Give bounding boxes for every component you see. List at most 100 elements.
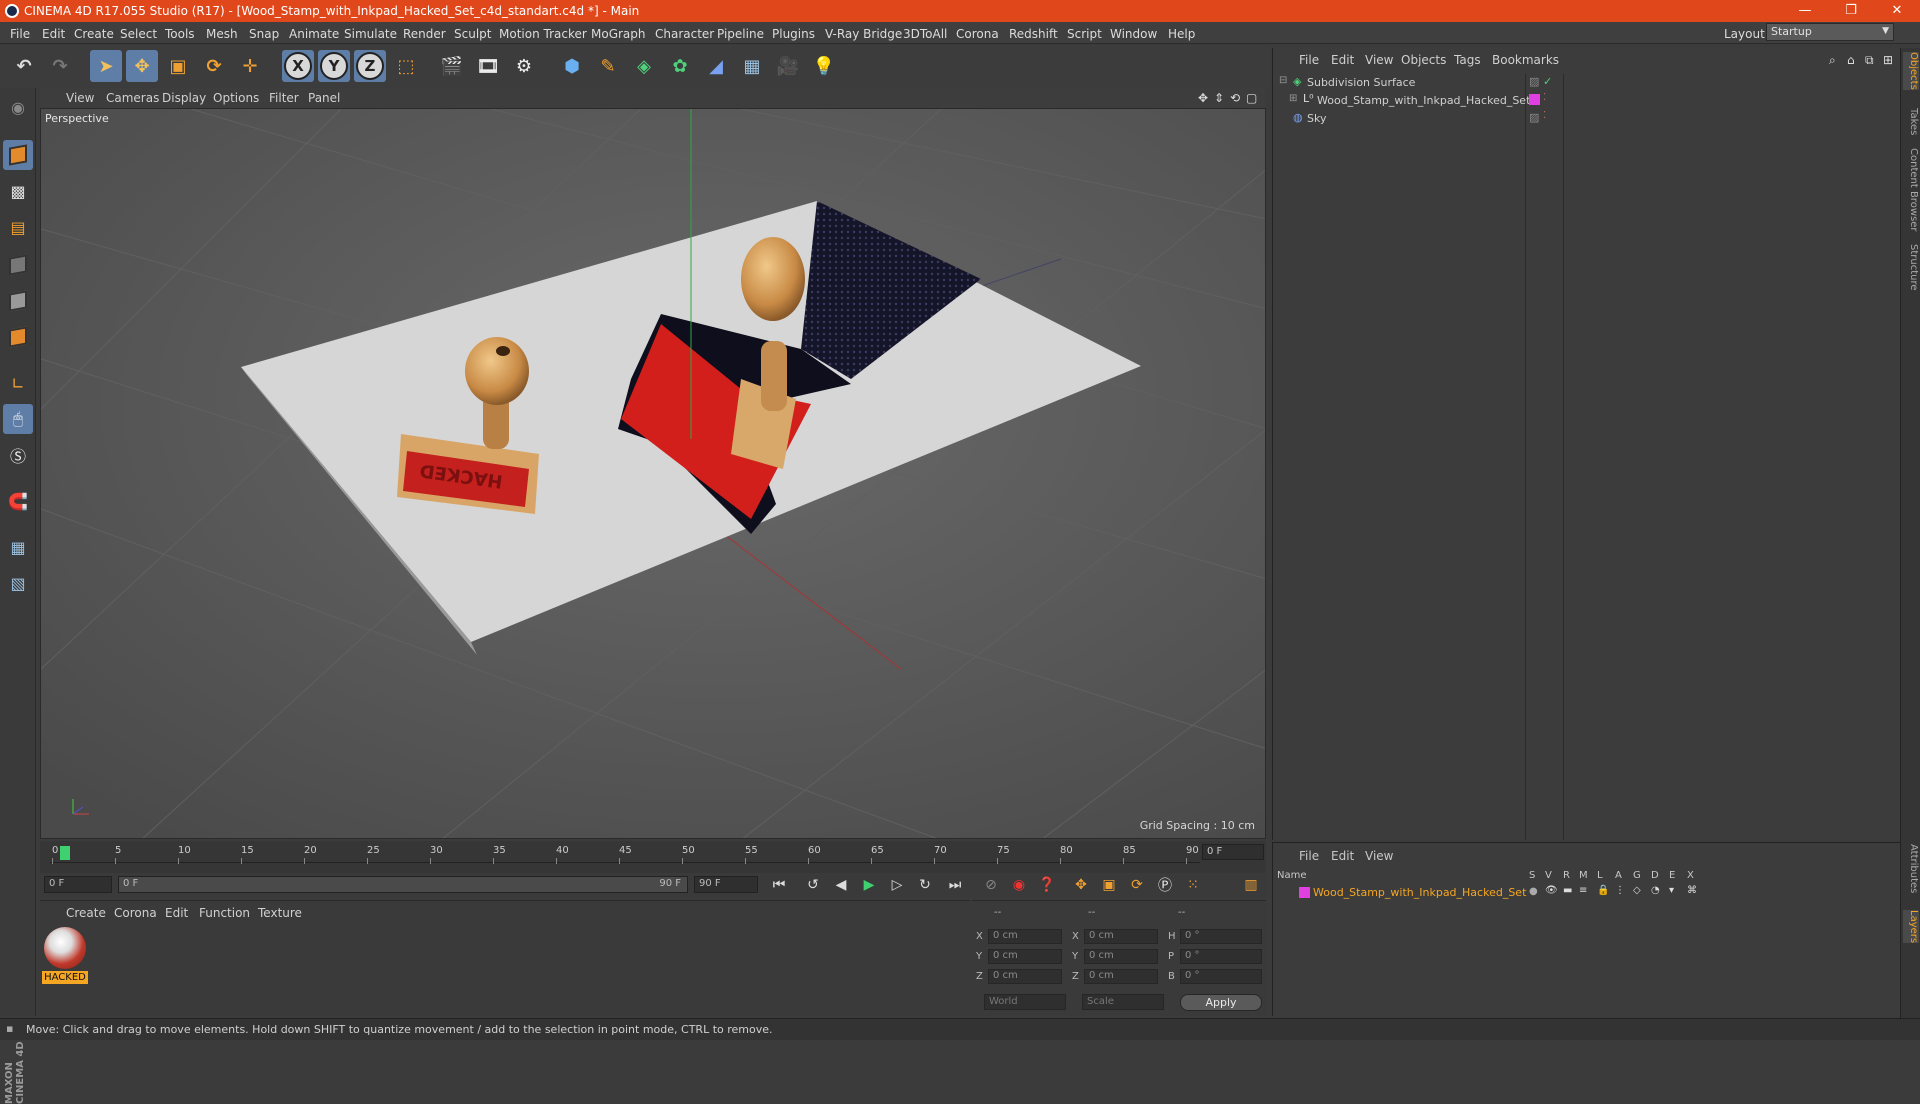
object-menu-bookmarks[interactable]: Bookmarks (1492, 53, 1559, 67)
end-frame-field[interactable]: 90 F (694, 876, 758, 893)
size-y-field[interactable]: 0 cm (1084, 949, 1158, 964)
object-row-sky[interactable]: ◍ Sky ▨ ⁚ (1273, 110, 1901, 128)
selection-arrow-icon[interactable]: ➤ (90, 50, 122, 82)
layout-dropdown[interactable]: Startup ▼ (1766, 23, 1894, 41)
key-rotation-icon[interactable]: ⟳ (1126, 874, 1148, 896)
rotation-b-field[interactable]: 0 ° (1180, 969, 1262, 984)
y-axis-toggle[interactable]: Y (318, 50, 350, 82)
object-menu-edit[interactable]: Edit (1331, 53, 1354, 67)
tab-takes[interactable]: Takes (1903, 108, 1919, 135)
mograph-cloner-icon[interactable]: ✿ (664, 50, 696, 82)
render-picture-viewer-icon[interactable]: 🎞 (472, 50, 504, 82)
cube-primitive-icon[interactable]: ⬢ (556, 50, 588, 82)
viewport-toggle-icon[interactable]: ▢ (1246, 91, 1257, 105)
menu-vray-bridge[interactable]: V-Ray Bridge (825, 27, 902, 41)
record-keys-off-icon[interactable]: ⊘ (980, 874, 1002, 896)
coordinate-space-dropdown[interactable]: World (984, 994, 1066, 1010)
position-x-field[interactable]: 0 cm (988, 929, 1062, 944)
expand-icon[interactable]: ⊞ (1289, 93, 1297, 104)
timeline-playhead[interactable] (60, 846, 70, 860)
workplane-mode-icon[interactable]: ▤ (3, 212, 33, 242)
tweak-mode-icon[interactable]: 🖱 (3, 404, 33, 434)
menu-select[interactable]: Select (120, 27, 157, 41)
make-editable-icon[interactable]: ◉ (3, 92, 33, 122)
timeline-window-icon[interactable]: ▥ (1240, 874, 1262, 896)
workplane-lock-icon[interactable]: ▦ (3, 532, 33, 562)
expression-icon[interactable]: ▾ (1669, 885, 1674, 896)
minimize-button[interactable]: — (1782, 0, 1828, 22)
points-mode-icon[interactable] (3, 250, 33, 280)
visibility-dots-icon[interactable]: ⁚ (1543, 92, 1546, 103)
next-key-icon[interactable]: ↻ (914, 874, 936, 896)
menu-3dtoall[interactable]: 3DToAll (903, 27, 947, 41)
xref-icon[interactable]: ⌘ (1687, 885, 1697, 896)
viewport-menu-view[interactable]: View (66, 91, 94, 105)
tab-content-browser[interactable]: Content Browser (1903, 148, 1919, 231)
menu-plugins[interactable]: Plugins (772, 27, 815, 41)
menu-redshift[interactable]: Redshift (1009, 27, 1058, 41)
layer-col-generators[interactable]: G (1633, 870, 1641, 881)
previous-frame-icon[interactable]: ◀ (830, 874, 852, 896)
go-to-end-icon[interactable]: ⏭ (944, 874, 966, 896)
material-menu-create[interactable]: Create (66, 906, 106, 920)
viewport-menu-display[interactable]: Display (162, 91, 206, 105)
timeline-ruler[interactable]: 0 5 10 15 20 25 30 35 40 45 50 55 60 65 … (50, 843, 1200, 864)
object-name[interactable]: Subdivision Surface (1307, 76, 1415, 89)
menu-create[interactable]: Create (74, 27, 114, 41)
undo-icon[interactable]: ↶ (8, 50, 40, 82)
viewport-rotate-icon[interactable]: ⟲ (1230, 91, 1240, 105)
viewport-pan-icon[interactable]: ✥ (1198, 91, 1208, 105)
material-menu-corona[interactable]: Corona (114, 906, 157, 920)
deformer-icon[interactable]: ◔ (1651, 885, 1660, 896)
start-frame-field[interactable]: 0 F (44, 876, 112, 893)
coordinate-system-icon[interactable]: ⬚ (390, 50, 422, 82)
key-position-icon[interactable]: ✥ (1070, 874, 1092, 896)
object-row-subdivision-surface[interactable]: ⊟ ◈ Subdivision Surface ▨ ✓ (1273, 74, 1901, 92)
timeline-ruler-area[interactable]: 0 5 10 15 20 25 30 35 40 45 50 55 60 65 … (40, 841, 1266, 873)
object-row-wood-stamp[interactable]: ⊞ L⁰ Wood_Stamp_with_Inkpad_Hacked_Set ⁚ (1273, 92, 1901, 110)
axis-mode-icon[interactable]: ∟ (3, 368, 33, 398)
key-scale-icon[interactable]: ▣ (1098, 874, 1120, 896)
material-swatch[interactable] (44, 927, 86, 969)
menu-help[interactable]: Help (1168, 27, 1195, 41)
layer-col-locked[interactable]: L (1597, 870, 1603, 881)
next-frame-icon[interactable]: ▷ (886, 874, 908, 896)
menu-mograph[interactable]: MoGraph (591, 27, 646, 41)
layer-toggle-icon[interactable]: ▨ (1529, 111, 1539, 124)
material-menu-function[interactable]: Function (199, 906, 250, 920)
eye-icon[interactable]: 👁 (1545, 885, 1558, 896)
expand-icon[interactable]: ⊞ (1883, 53, 1893, 67)
layer-menu-view[interactable]: View (1365, 849, 1393, 863)
autokey-icon[interactable]: ❓ (1036, 874, 1058, 896)
enabled-check-icon[interactable]: ✓ (1543, 75, 1552, 88)
layer-name[interactable]: Wood_Stamp_with_Inkpad_Hacked_Set (1313, 886, 1526, 899)
lock-icon[interactable]: 🔒 (1597, 885, 1609, 896)
layer-col-deformers[interactable]: D (1651, 870, 1659, 881)
viewport-dolly-icon[interactable]: ⇕ (1214, 91, 1224, 105)
menu-script[interactable]: Script (1067, 27, 1102, 41)
menu-sculpt[interactable]: Sculpt (454, 27, 491, 41)
menu-render[interactable]: Render (403, 27, 446, 41)
move-tool-icon[interactable]: ✥ (126, 50, 158, 82)
magnet-icon[interactable]: 🧲 (3, 486, 33, 516)
position-z-field[interactable]: 0 cm (988, 969, 1062, 984)
position-y-field[interactable]: 0 cm (988, 949, 1062, 964)
object-menu-file[interactable]: File (1299, 53, 1319, 67)
menu-window[interactable]: Window (1110, 27, 1157, 41)
x-axis-toggle[interactable]: X (282, 50, 314, 82)
render-view-icon[interactable]: 🎬 (436, 50, 468, 82)
layer-col-manager[interactable]: M (1579, 870, 1588, 881)
layer-col-name[interactable]: Name (1277, 870, 1307, 881)
material-menu-texture[interactable]: Texture (258, 906, 302, 920)
menu-snap[interactable]: Snap (249, 27, 279, 41)
tab-attributes[interactable]: Attributes (1903, 844, 1919, 893)
menu-edit[interactable]: Edit (42, 27, 65, 41)
go-to-start-icon[interactable]: ⏮ (768, 874, 790, 896)
key-pla-icon[interactable]: ⁙ (1182, 874, 1204, 896)
menu-motion-tracker[interactable]: Motion Tracker (499, 27, 587, 41)
solo-dot-icon[interactable]: ● (1529, 886, 1538, 897)
render-settings-icon[interactable]: ⚙ (508, 50, 540, 82)
new-view-icon[interactable]: ⧉ (1865, 53, 1874, 68)
layer-toggle-icon[interactable]: ▨ (1529, 75, 1539, 88)
layer-col-view[interactable]: V (1545, 870, 1552, 881)
